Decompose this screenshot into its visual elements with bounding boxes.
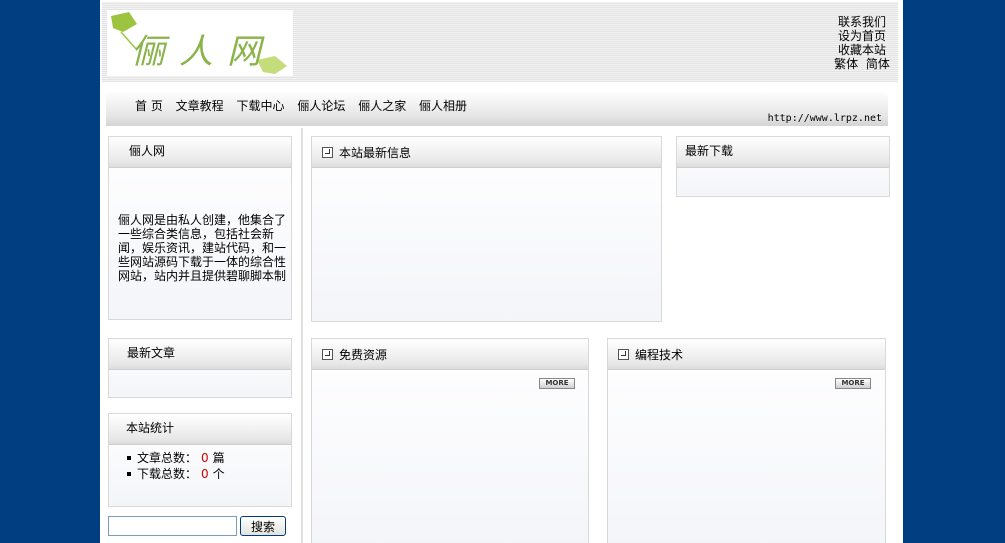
- stat-downloads-unit: 个: [212, 467, 225, 481]
- programming-title: 编程技术: [635, 348, 684, 362]
- set-home-link[interactable]: 设为首页: [802, 29, 903, 43]
- arrow-icon: [322, 349, 333, 360]
- latest-downloads-title: 最新下载: [685, 144, 734, 158]
- stat-articles-label: 文章总数：: [137, 451, 198, 465]
- latest-info-header: 本站最新信息: [312, 137, 661, 168]
- logo-text: 俪人网: [131, 32, 275, 72]
- contact-link[interactable]: 联系我们: [802, 15, 903, 29]
- stat-downloads: 下载总数： 0 个: [127, 466, 225, 482]
- programming-title-wrap: 编程技术: [618, 346, 683, 363]
- about-text: 俪人网是由私人创建，他集合了一些综合类信息，包括社会新闻，娱乐资讯，建站代码，和…: [118, 213, 287, 283]
- nav-item-articles[interactable]: 文章教程: [176, 99, 224, 113]
- latest-downloads-box: 最新下载: [676, 136, 890, 197]
- nav-item-forum[interactable]: 俪人论坛: [297, 99, 345, 113]
- column-divider: [301, 128, 303, 543]
- header-links: 联系我们 设为首页 收藏本站 繁体 简体: [802, 15, 903, 71]
- site-url: http://www.lrpz.net: [767, 113, 882, 124]
- free-resources-header: 免费资源: [312, 339, 588, 370]
- latest-info-box: 本站最新信息: [311, 136, 662, 322]
- stat-articles: 文章总数： 0 篇: [127, 450, 225, 466]
- bullet-icon: [127, 456, 131, 460]
- nav-items: 首 页 文章教程 下载中心 俪人论坛 俪人之家 俪人相册: [135, 97, 476, 114]
- latest-articles-title: 最新文章: [127, 346, 176, 360]
- search-button[interactable]: 搜索: [240, 516, 286, 536]
- arrow-icon: [618, 349, 629, 360]
- stat-articles-unit: 篇: [212, 451, 225, 465]
- nav-item-home[interactable]: 首 页: [135, 99, 163, 113]
- header: 俪人网 联系我们 设为首页 收藏本站 繁体 简体: [102, 2, 898, 82]
- page: 俪人网 联系我们 设为首页 收藏本站 繁体 简体 首 页 文章教程 下载中心 俪…: [100, 0, 903, 543]
- simplified-link[interactable]: 简体: [866, 57, 890, 71]
- language-switch: 繁体 简体: [802, 57, 903, 71]
- nav-item-album[interactable]: 俪人相册: [419, 99, 467, 113]
- nav-item-downloads[interactable]: 下载中心: [237, 99, 285, 113]
- latest-articles-header: 最新文章: [109, 339, 291, 370]
- stats-box: 本站统计 文章总数： 0 篇 下载总数： 0 个: [108, 413, 292, 507]
- free-resources-box: 免费资源 MORE: [311, 338, 589, 543]
- search-input[interactable]: [108, 516, 237, 536]
- stats-header: 本站统计: [109, 414, 291, 445]
- programming-more-button[interactable]: MORE: [835, 378, 871, 389]
- latest-info-title: 本站最新信息: [339, 146, 412, 160]
- latest-articles-box: 最新文章: [108, 338, 292, 398]
- stats-list: 文章总数： 0 篇 下载总数： 0 个: [127, 450, 225, 482]
- main-nav: 首 页 文章教程 下载中心 俪人论坛 俪人之家 俪人相册 http://www.…: [106, 92, 888, 126]
- bullet-icon: [127, 472, 131, 476]
- stat-downloads-value: 0: [201, 467, 209, 481]
- site-logo[interactable]: 俪人网: [107, 10, 293, 76]
- bookmark-link[interactable]: 收藏本站: [802, 43, 903, 57]
- about-box-header: 俪人网: [109, 137, 291, 168]
- about-box: 俪人网 俪人网是由私人创建，他集合了一些综合类信息，包括社会新闻，娱乐资讯，建站…: [108, 136, 292, 320]
- nav-item-home-page[interactable]: 俪人之家: [358, 99, 406, 113]
- stats-title: 本站统计: [126, 421, 175, 435]
- latest-downloads-header: 最新下载: [677, 137, 889, 168]
- stat-articles-value: 0: [201, 451, 209, 465]
- free-resources-title-wrap: 免费资源: [322, 346, 387, 363]
- latest-info-title-wrap: 本站最新信息: [322, 144, 411, 161]
- arrow-icon: [322, 147, 333, 158]
- stat-downloads-label: 下载总数：: [137, 467, 198, 481]
- traditional-link[interactable]: 繁体: [834, 57, 858, 71]
- free-resources-title: 免费资源: [339, 348, 388, 362]
- programming-box: 编程技术 MORE: [607, 338, 886, 543]
- free-resources-more-button[interactable]: MORE: [539, 378, 575, 389]
- about-box-title: 俪人网: [129, 144, 166, 158]
- programming-header: 编程技术: [608, 339, 885, 370]
